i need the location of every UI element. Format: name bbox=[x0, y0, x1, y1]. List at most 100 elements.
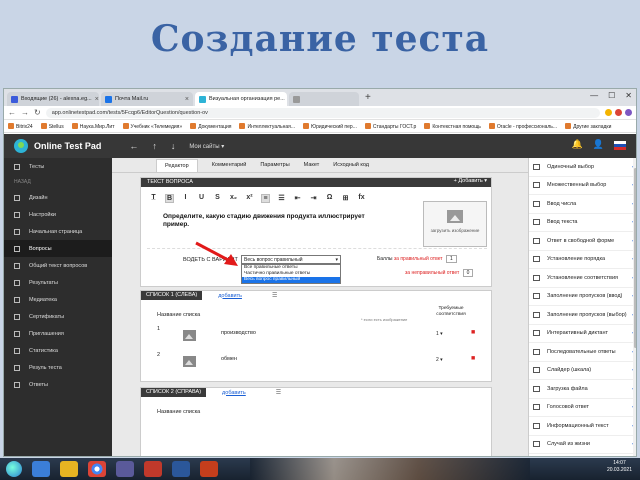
back-icon[interactable]: ← bbox=[8, 108, 16, 117]
filezilla-icon[interactable] bbox=[144, 461, 162, 477]
brand-name[interactable]: Online Test Pad bbox=[34, 141, 101, 151]
close-window-button[interactable]: ✕ bbox=[625, 91, 632, 100]
question-type-item[interactable]: Заполнение пропусков (ввод)⬅ bbox=[529, 288, 636, 306]
browser-tab[interactable] bbox=[289, 92, 359, 106]
browser-tab[interactable]: Почта Mail.ru × bbox=[101, 92, 193, 106]
browser-tab-active[interactable]: Визуальная организация ре...× bbox=[195, 92, 287, 106]
close-icon[interactable]: × bbox=[95, 96, 99, 103]
toolbar-button[interactable]: ⇤ bbox=[293, 194, 302, 203]
logo-icon[interactable] bbox=[14, 139, 28, 153]
question-type-item[interactable]: Последовательные ответы⬅ bbox=[529, 343, 636, 362]
url-input[interactable]: app.onlinetestpad.com/tests/5Fcqp6/Edito… bbox=[45, 107, 600, 118]
bookmark-item[interactable]: Stellus bbox=[41, 123, 64, 130]
question-type-item[interactable]: Заполнение пропусков (выбор)⬅ bbox=[529, 306, 636, 325]
answer-select[interactable]: Весь вопрос правильный bbox=[241, 255, 341, 264]
sidebar-item[interactable]: Общий текст вопросов bbox=[4, 257, 112, 274]
bookmark-item[interactable]: Стандарты ГОСТ.р bbox=[365, 123, 416, 130]
bookmark-item[interactable]: Документация bbox=[190, 123, 231, 130]
question-type-item[interactable]: Загрузка файла⬅ bbox=[529, 380, 636, 399]
row-text[interactable]: производство bbox=[221, 330, 256, 336]
editor-tab[interactable]: Исходный код bbox=[333, 162, 369, 168]
score-wrong-input[interactable]: 0 bbox=[462, 269, 474, 277]
browser-tab[interactable]: Входящие (26) - alexna.eg... × bbox=[7, 92, 99, 106]
toolbar-button[interactable]: fx bbox=[357, 194, 366, 203]
toolbar-button[interactable]: T̲ bbox=[149, 194, 158, 203]
match-count-select[interactable]: 1 ▾ bbox=[436, 331, 443, 337]
question-type-item[interactable]: Множественный выбор⬅ bbox=[529, 177, 636, 195]
editor-tab[interactable]: Комментарий bbox=[212, 162, 247, 168]
editor-tab[interactable]: Макет bbox=[304, 162, 320, 168]
toolbar-button[interactable]: ⇥ bbox=[309, 194, 318, 203]
palette-scrollbar[interactable] bbox=[633, 158, 636, 456]
powerpoint-icon[interactable] bbox=[200, 461, 218, 477]
extension-icon[interactable] bbox=[615, 109, 622, 116]
sidebar-item[interactable]: Настройки bbox=[4, 206, 112, 223]
add-item-link[interactable]: добавить bbox=[222, 390, 246, 396]
image-icon[interactable] bbox=[183, 356, 196, 367]
question-type-item[interactable]: Случай из жизни⬅ bbox=[529, 436, 636, 454]
bookmark-item[interactable]: Учебник «Телемедия» bbox=[123, 123, 183, 130]
editor-tab[interactable]: Редактор bbox=[156, 158, 198, 172]
media-icon[interactable] bbox=[116, 461, 134, 477]
question-type-item[interactable]: Информационный текст⬅ bbox=[529, 417, 636, 436]
toolbar-button[interactable]: x² bbox=[245, 194, 254, 203]
match-count-select[interactable]: 2 ▾ bbox=[436, 357, 443, 363]
bookmark-item[interactable]: Юридический пер... bbox=[303, 123, 357, 130]
toolbar-button[interactable]: ☰ bbox=[277, 194, 286, 203]
bell-icon[interactable]: 🔔 bbox=[572, 139, 583, 150]
sidebar-item[interactable]: Медиатека bbox=[4, 291, 112, 308]
sidebar-item[interactable]: Резуль теста bbox=[4, 359, 112, 376]
bookmark-item[interactable]: Интеллектуальная... bbox=[239, 123, 295, 130]
clock[interactable]: 14:07 20.03.2021 bbox=[607, 460, 632, 474]
sidebar-item[interactable]: Дизайн bbox=[4, 189, 112, 206]
upload-icon[interactable]: ↑ bbox=[152, 141, 157, 151]
sidebar-item[interactable]: Начальная страница bbox=[4, 223, 112, 240]
question-type-item[interactable]: Установление соответствия⬅ bbox=[529, 269, 636, 288]
toolbar-button[interactable]: Ω bbox=[325, 194, 334, 203]
download-icon[interactable]: ↓ bbox=[171, 141, 176, 151]
explorer-icon[interactable] bbox=[32, 461, 50, 477]
bookmark-item[interactable]: Контекстная помощь bbox=[424, 123, 481, 130]
sidebar-item[interactable]: Статистика bbox=[4, 342, 112, 359]
toolbar-button[interactable]: B bbox=[165, 194, 174, 203]
bookmark-item[interactable]: Bitrix24 bbox=[8, 123, 33, 130]
list-icon[interactable]: ☰ bbox=[272, 292, 277, 299]
back-arrow-icon[interactable]: ← bbox=[129, 141, 138, 151]
question-type-item[interactable]: Ответ в свободной форме⬅ bbox=[529, 232, 636, 251]
close-icon[interactable]: × bbox=[185, 96, 189, 103]
sidebar-item[interactable]: Вопросы bbox=[4, 240, 112, 257]
toolbar-button[interactable]: x₂ bbox=[229, 194, 238, 203]
editor-tab[interactable]: Параметры bbox=[260, 162, 289, 168]
extension-icon[interactable] bbox=[605, 109, 612, 116]
toolbar-button[interactable]: ≡ bbox=[261, 194, 270, 203]
forward-icon[interactable]: → bbox=[21, 108, 29, 117]
sidebar-item[interactable]: Сертификаты bbox=[4, 308, 112, 325]
bookmark-item[interactable]: Oracle - профессиональ... bbox=[489, 123, 557, 130]
toolbar-button[interactable]: U bbox=[197, 194, 206, 203]
start-button[interactable] bbox=[6, 461, 22, 477]
bookmark-item[interactable]: Другие закладки bbox=[565, 123, 611, 130]
question-type-item[interactable]: Ввод текста⬅ bbox=[529, 214, 636, 232]
question-type-item[interactable]: Установление порядка⬅ bbox=[529, 251, 636, 269]
chrome-icon[interactable] bbox=[88, 461, 106, 477]
minimize-button[interactable]: — bbox=[590, 91, 598, 100]
toolbar-button[interactable]: ⊞ bbox=[341, 194, 350, 203]
sidebar-item[interactable]: Приглашения bbox=[4, 325, 112, 342]
add-item-link[interactable]: добавить bbox=[218, 293, 242, 299]
reload-icon[interactable]: ↻ bbox=[34, 108, 41, 117]
question-type-item[interactable]: Интерактивный диктант⬅ bbox=[529, 325, 636, 343]
image-upload[interactable]: загрузить изображение bbox=[423, 201, 487, 247]
question-text[interactable]: Определите, какую стадию движения продук… bbox=[163, 213, 381, 229]
dropdown-option[interactable]: Весь вопрос правильный bbox=[242, 277, 340, 283]
new-tab-button[interactable]: + bbox=[361, 92, 375, 103]
list-icon[interactable]: ☰ bbox=[276, 389, 281, 396]
sidebar-item[interactable]: Тесты bbox=[4, 158, 112, 175]
question-type-item[interactable]: Одиночный выбор⬅ bbox=[529, 158, 636, 177]
profile-avatar[interactable] bbox=[625, 109, 632, 116]
trash-icon[interactable]: ■ bbox=[471, 355, 475, 362]
sites-menu[interactable]: Мои сайты ▾ bbox=[189, 143, 224, 150]
toolbar-button[interactable]: S bbox=[213, 194, 222, 203]
sidebar-item[interactable]: Ответы bbox=[4, 376, 112, 393]
question-type-item[interactable]: Слайдер (шкала)⬅ bbox=[529, 362, 636, 380]
add-dropdown[interactable]: + Добавить ▾ bbox=[454, 178, 487, 184]
